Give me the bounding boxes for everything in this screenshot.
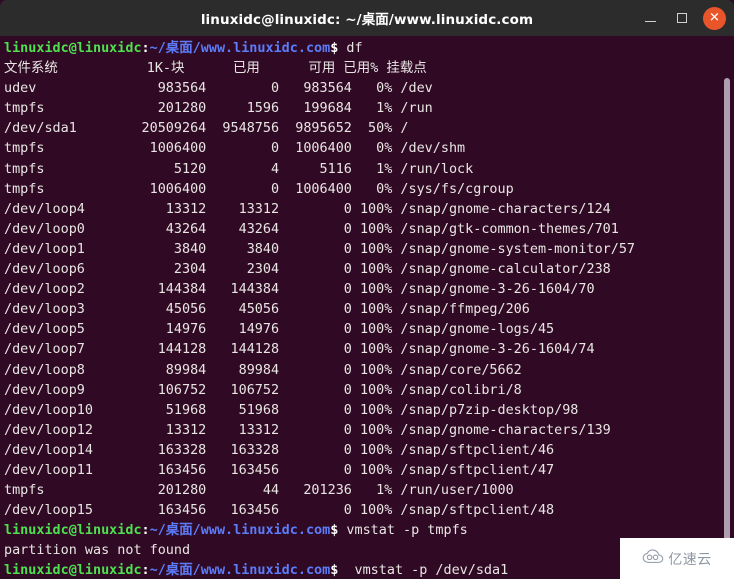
df-row: /dev/loop15 163456 163456 0 100% /snap/s… <box>4 503 555 519</box>
prompt-path: ~/桌面/www.linuxidc.com <box>149 41 331 56</box>
df-row: /dev/loop1 3840 3840 0 100% /snap/gnome-… <box>4 241 636 257</box>
df-row: /dev/loop7 144128 144128 0 100% /snap/gn… <box>4 342 595 358</box>
prompt-line-df: linuxidc@linuxidc:~/桌面/www.linuxidc.com$… <box>4 39 734 59</box>
cloud-icon <box>642 549 664 568</box>
prompt-user-host: linuxidc@linuxidc <box>4 563 142 579</box>
command-vmstat-sda1: vmstat -p /dev/sda1 <box>346 563 509 579</box>
watermark-text: 亿速云 <box>668 551 712 568</box>
terminal-window: linuxidc@linuxidc: ~/桌面/www.linuxidc.com… <box>0 0 734 579</box>
df-row: /dev/loop2 144384 144384 0 100% /snap/gn… <box>4 282 595 298</box>
prompt-user-host: linuxidc@linuxidc <box>4 41 142 56</box>
df-row: /dev/loop12 13312 13312 0 100% /snap/gno… <box>4 422 611 438</box>
df-row: tmpfs 201280 44 201236 1% /run/user/1000 <box>4 483 514 499</box>
prompt-separator: : <box>141 563 150 579</box>
prompt-path: ~/桌面/www.linuxidc.com <box>149 523 331 539</box>
watermark: 亿速云 <box>620 538 734 579</box>
df-row: /dev/sda1 20509264 9548756 9895652 50% / <box>4 121 409 137</box>
maximize-icon <box>677 13 687 23</box>
df-row: /dev/loop10 51968 51968 0 100% /snap/p7z… <box>4 402 579 418</box>
df-header-row: 文件系统 1K-块 已用 可用 已用% 挂载点 <box>4 61 427 77</box>
command-df: df <box>346 41 363 56</box>
close-icon: ✕ <box>709 10 720 25</box>
df-row: /dev/loop14 163328 163328 0 100% /snap/s… <box>4 442 555 458</box>
df-row: /dev/loop6 2304 2304 0 100% /snap/gnome-… <box>4 262 611 278</box>
terminal-scrollbar-thumb[interactable] <box>724 78 730 578</box>
maximize-button[interactable] <box>671 7 693 29</box>
df-row: /dev/loop8 89984 89984 0 100% /snap/core… <box>4 362 522 378</box>
terminal-scrollbar-track[interactable] <box>720 36 734 579</box>
df-row: /dev/loop4 13312 13312 0 100% /snap/gnom… <box>4 201 611 217</box>
df-row: tmpfs 1006400 0 1006400 0% /sys/fs/cgrou… <box>4 181 514 197</box>
df-row: tmpfs 5120 4 5116 1% /run/lock <box>4 161 474 177</box>
prompt-separator: : <box>141 41 150 56</box>
prompt-path: ~/桌面/www.linuxidc.com <box>149 563 331 579</box>
prompt-user-host: linuxidc@linuxidc <box>4 523 142 539</box>
command-vmstat-tmpfs: vmstat -p tmpfs <box>346 523 468 539</box>
minimize-button[interactable] <box>639 7 661 29</box>
window-titlebar[interactable]: linuxidc@linuxidc: ~/桌面/www.linuxidc.com… <box>0 0 734 36</box>
window-title: linuxidc@linuxidc: ~/桌面/www.linuxidc.com <box>200 12 534 28</box>
df-row: udev 983564 0 983564 0% /dev <box>4 81 433 97</box>
df-rows-container: udev 983564 0 983564 0% /dev tmpfs 201280… <box>4 79 734 521</box>
df-row: tmpfs 1006400 0 1006400 0% /dev/shm <box>4 141 466 157</box>
window-controls: ✕ <box>639 0 726 36</box>
minimize-icon <box>644 20 656 23</box>
close-button[interactable]: ✕ <box>703 6 726 30</box>
terminal-screen[interactable]: linuxidc@linuxidc:~/桌面/www.linuxidc.com$… <box>0 36 734 579</box>
df-row: /dev/loop9 106752 106752 0 100% /snap/co… <box>4 382 522 398</box>
df-row: /dev/loop0 43264 43264 0 100% /snap/gtk-… <box>4 221 619 237</box>
prompt-separator: : <box>141 523 150 539</box>
df-row: tmpfs 201280 1596 199684 1% /run <box>4 101 433 117</box>
df-row: /dev/loop11 163456 163456 0 100% /snap/s… <box>4 462 555 478</box>
df-row: /dev/loop3 45056 45056 0 100% /snap/ffmp… <box>4 302 530 318</box>
df-row: /dev/loop5 14976 14976 0 100% /snap/gnom… <box>4 322 555 338</box>
